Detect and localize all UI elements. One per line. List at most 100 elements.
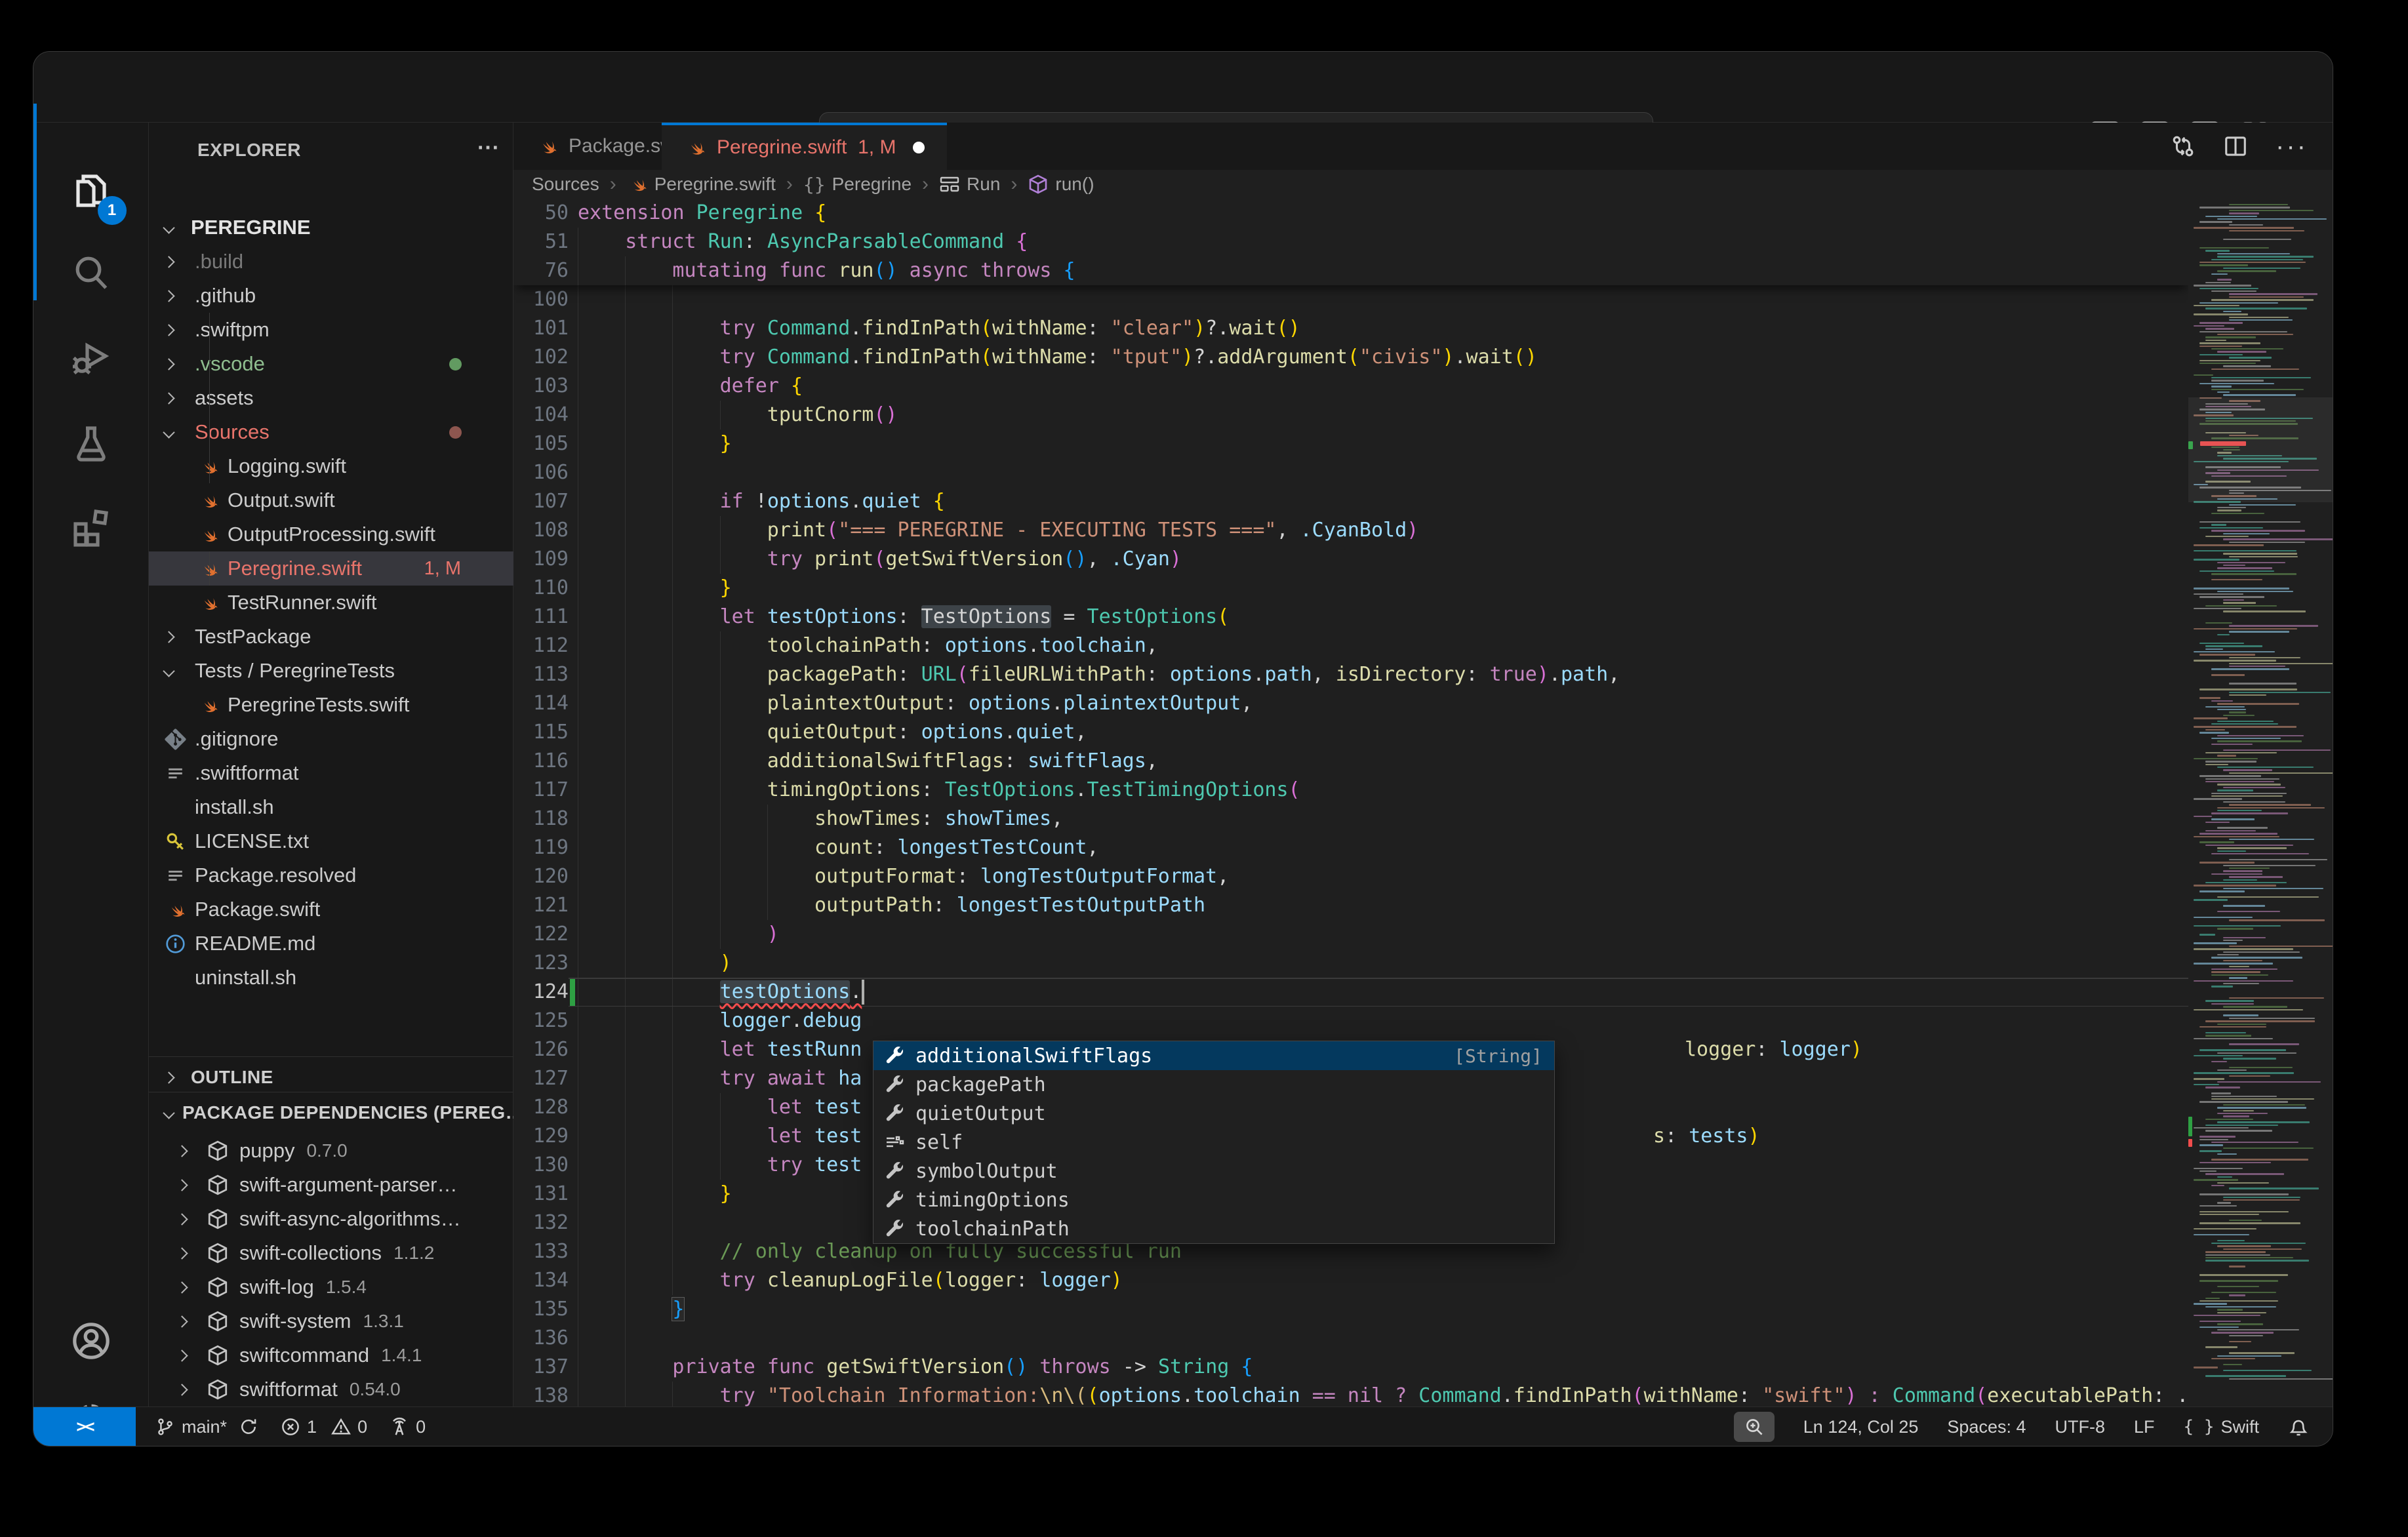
tree-item-sources[interactable]: Sources (149, 415, 513, 449)
section-outline[interactable]: OUTLINE (149, 1060, 513, 1094)
suggest-widget[interactable]: additionalSwiftFlags [String] packagePat… (873, 1041, 1555, 1244)
swift-file-icon (197, 558, 219, 580)
tree-item-output.swift[interactable]: Output.swift (149, 483, 513, 517)
dependency-swiftformat[interactable]: swiftformat 0.54.0 (149, 1372, 513, 1407)
suggest-label: symbolOutput (915, 1160, 1058, 1183)
tree-item-assets[interactable]: assets (149, 381, 513, 415)
tree-item-.swiftpm[interactable]: .swiftpm (149, 313, 513, 347)
dependency-swift-argument-parser[interactable]: swift-argument-parser… (149, 1168, 513, 1202)
package-icon (207, 1310, 229, 1332)
status-bar: >< main* 1 0 0 Ln 124, Col 25 S (33, 1407, 2333, 1446)
suggest-item-self[interactable]: self (873, 1128, 1554, 1157)
package-icon (207, 1208, 229, 1230)
indentation-status[interactable]: Spaces: 4 (1947, 1417, 2026, 1437)
code-line-119: 119count: longestTestCount, (513, 833, 2188, 862)
tree-item-license.txt[interactable]: LICENSE.txt (149, 824, 513, 858)
language-status[interactable]: { } Swift (2184, 1417, 2259, 1437)
tree-item-package.swift[interactable]: Package.swift (149, 892, 513, 927)
code-line-114: 114plaintextOutput: options.plaintextOut… (513, 689, 2188, 718)
tree-item-peregrine.swift[interactable]: Peregrine.swift1, M (149, 551, 513, 586)
breadcrumb-item-peregrine[interactable]: {}Peregrine (803, 174, 912, 195)
suggest-item-quietoutput[interactable]: quietOutput (873, 1099, 1554, 1128)
dependency-swiftcommand[interactable]: swiftcommand 1.4.1 (149, 1338, 513, 1372)
suggest-item-toolchainpath[interactable]: toolchainPath (873, 1214, 1554, 1243)
tree-item-.vscode[interactable]: .vscode (149, 347, 513, 381)
dependency-swift-collections[interactable]: swift-collections 1.1.2 (149, 1236, 513, 1270)
problems-status[interactable]: 1 0 (281, 1417, 367, 1437)
code-line-111: 111let testOptions: TestOptions = TestOp… (513, 603, 2188, 631)
tree-item-package.resolved[interactable]: Package.resolved (149, 858, 513, 892)
suggest-item-packagepath[interactable]: packagePath (873, 1070, 1554, 1099)
tree-item-install.sh[interactable]: install.sh (149, 790, 513, 824)
tree-item-peregrinetests.swift[interactable]: PeregrineTests.swift (149, 688, 513, 722)
package-version: 1.1.2 (393, 1243, 434, 1264)
activity-item-accounts[interactable] (61, 1311, 121, 1371)
code-line-123: 123) (513, 949, 2188, 978)
suggest-item-additionalswiftflags[interactable]: additionalSwiftFlags [String] (873, 1041, 1554, 1070)
remote-indicator[interactable]: >< (33, 1407, 136, 1447)
error-icon (281, 1417, 300, 1437)
suggest-label: additionalSwiftFlags (915, 1045, 1152, 1068)
line-number: 108 (513, 516, 569, 545)
dependency-puppy[interactable]: puppy 0.7.0 (149, 1134, 513, 1168)
tree-item-testpackage[interactable]: TestPackage (149, 620, 513, 654)
split-editor-icon[interactable] (2223, 134, 2248, 159)
encoding-status[interactable]: UTF-8 (2055, 1417, 2106, 1437)
branch-status[interactable]: main* (155, 1417, 258, 1437)
tree-item-tests---peregrinetests[interactable]: Tests / PeregrineTests (149, 654, 513, 688)
ports-status[interactable]: 0 (390, 1417, 426, 1437)
code-line-109: 109try print(getSwiftVersion(), .Cyan) (513, 545, 2188, 574)
notifications-bell-icon[interactable] (2288, 1416, 2309, 1437)
tree-item-.build[interactable]: .build (149, 245, 513, 279)
dependency-swift-async-algorithms[interactable]: swift-async-algorithms… (149, 1202, 513, 1236)
tree-item-uninstall.sh[interactable]: uninstall.sh (149, 961, 513, 995)
activity-item-extensions[interactable] (61, 496, 121, 557)
suggest-item-symboloutput[interactable]: symbolOutput (873, 1157, 1554, 1186)
tree-item-outputprocessing.swift[interactable]: OutputProcessing.swift (149, 517, 513, 551)
tab-peregrine.swift[interactable]: Peregrine.swift 1, M (662, 123, 947, 170)
tree-item-.swiftformat[interactable]: .swiftformat (149, 756, 513, 790)
suggest-item-timingoptions[interactable]: timingOptions (873, 1186, 1554, 1214)
radio-tower-icon (390, 1417, 409, 1437)
tree-item-logging.swift[interactable]: Logging.swift (149, 449, 513, 483)
open-changes-icon[interactable] (2171, 134, 2196, 159)
dependency-swift-log[interactable]: swift-log 1.5.4 (149, 1270, 513, 1304)
minimap[interactable] (2188, 199, 2333, 1408)
breadcrumb-item-sources[interactable]: Sources (532, 174, 599, 195)
breadcrumb-item-run[interactable]: run() (1028, 174, 1094, 195)
dependency-swift-system[interactable]: swift-system 1.3.1 (149, 1304, 513, 1338)
tree-item-testrunner.swift[interactable]: TestRunner.swift (149, 586, 513, 620)
zoom-status-button[interactable] (1734, 1412, 1775, 1442)
breadcrumb-item-run[interactable]: Run (939, 174, 1000, 195)
activity-item-search[interactable] (61, 242, 121, 302)
wrench-icon (884, 1074, 905, 1095)
activity-item-run-and-debug[interactable] (61, 327, 121, 388)
explorer-more-icon[interactable]: ⋯ (477, 134, 500, 161)
activity-item-explorer[interactable]: 1 (61, 161, 121, 221)
tree-item-readme.md[interactable]: README.md (149, 927, 513, 961)
line-number: 134 (513, 1266, 569, 1295)
activity-item-testing[interactable] (61, 414, 121, 474)
minimap-slider[interactable] (2188, 397, 2333, 502)
chevron-right-icon (176, 1247, 188, 1259)
tree-item-.github[interactable]: .github (149, 279, 513, 313)
chevron-right-icon (163, 631, 174, 643)
account-icon (70, 1320, 112, 1362)
breadcrumb-separator: › (785, 173, 794, 195)
code-line-120: 120outputFormat: longTestOutputFormat, (513, 862, 2188, 891)
tree-item-.gitignore[interactable]: .gitignore (149, 722, 513, 756)
code-line-102: 102try Command.findInPath(withName: "tpu… (513, 343, 2188, 372)
breadcrumb-item-peregrine.swift[interactable]: Peregrine.swift (627, 174, 776, 195)
eol-status[interactable]: LF (2134, 1417, 2155, 1437)
line-number: 124 (513, 978, 569, 1007)
namespace-icon: {} (803, 174, 826, 195)
method-icon (1028, 174, 1049, 195)
section-package-dependencies[interactable]: PACKAGE DEPENDENCIES (PEREG… (149, 1096, 513, 1130)
folder-change-dot (449, 426, 462, 439)
swift-icon (627, 174, 648, 195)
explorer-sidebar: EXPLORER ⋯ PEREGRINE.build.github.swiftp… (149, 123, 513, 1408)
chevron-right-icon (176, 1213, 188, 1225)
tree-root-peregrine[interactable]: PEREGRINE (149, 210, 513, 245)
cursor-position-status[interactable]: Ln 124, Col 25 (1803, 1417, 1919, 1437)
more-actions-icon[interactable]: ··· (2276, 132, 2308, 161)
